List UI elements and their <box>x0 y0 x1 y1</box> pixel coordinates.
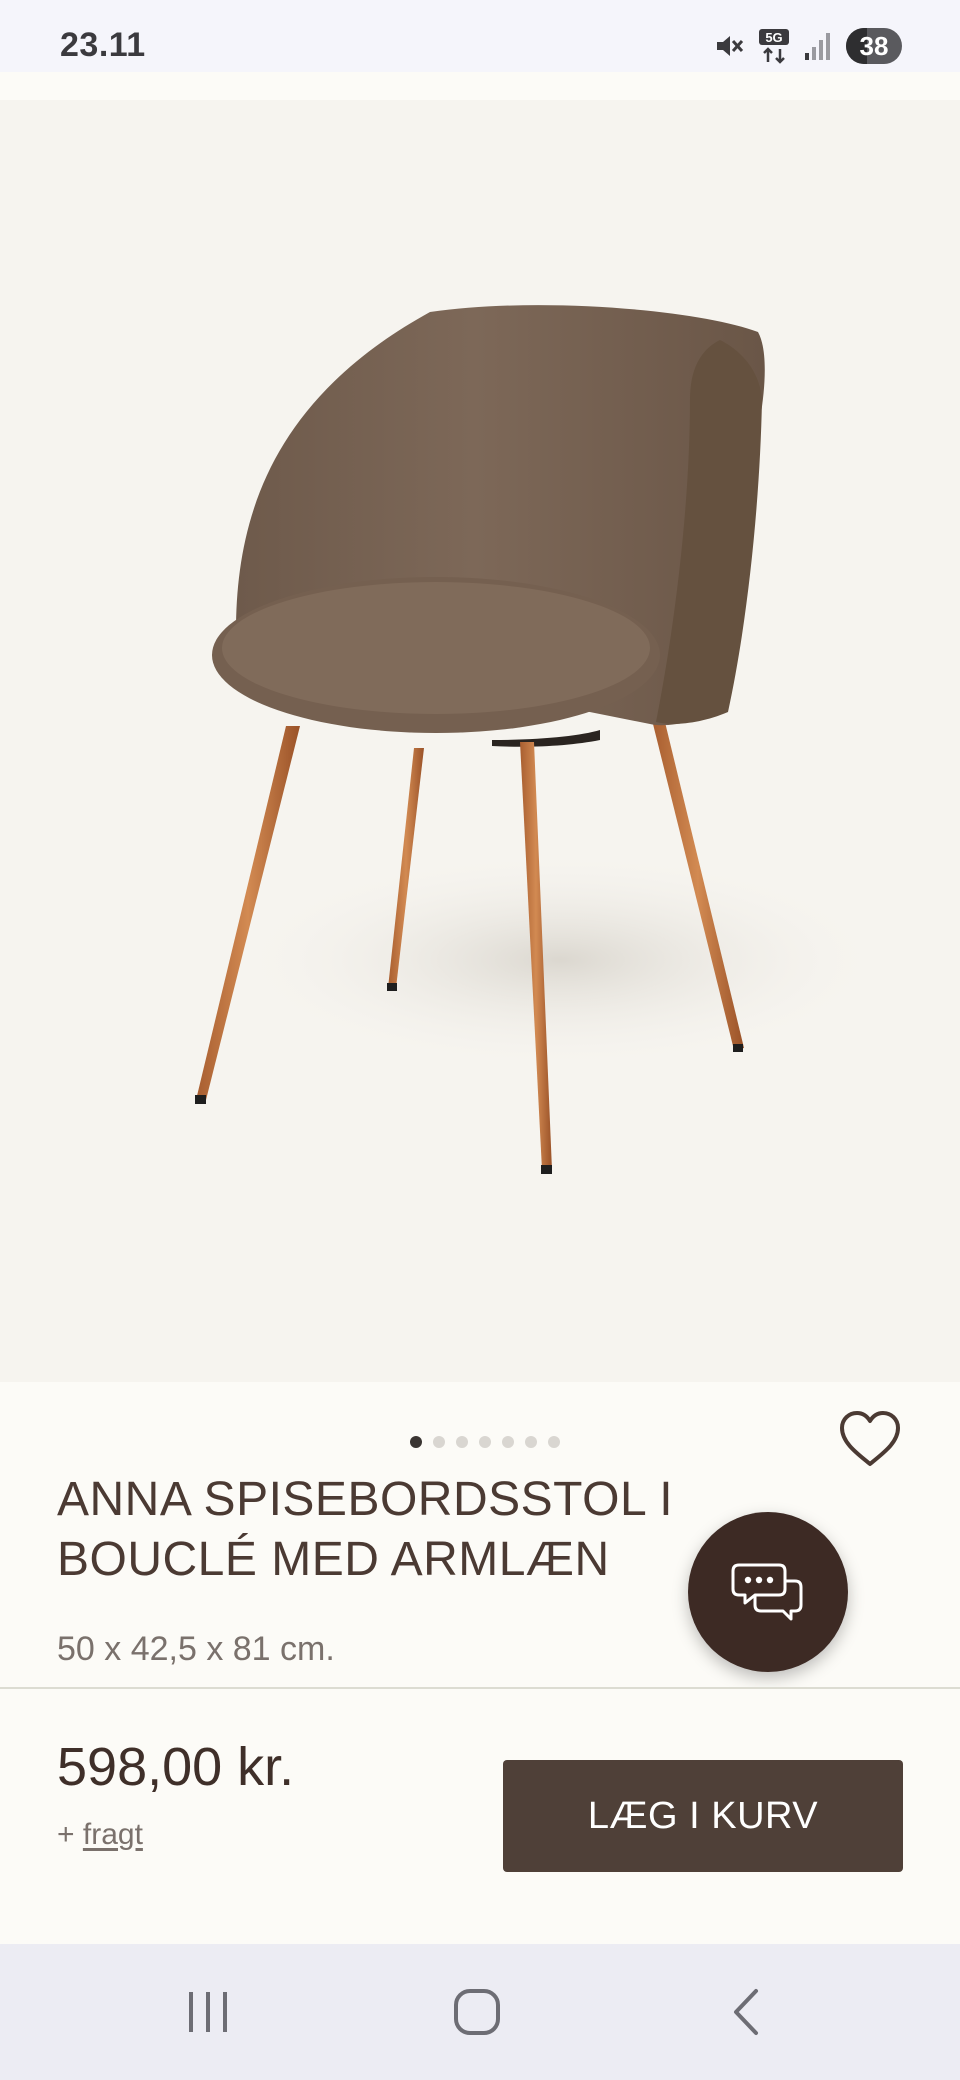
battery-icon: 38 <box>846 28 902 64</box>
status-icons: 5G 38 <box>714 26 902 66</box>
carousel-dot[interactable] <box>548 1436 560 1448</box>
mute-icon <box>717 36 744 56</box>
back-icon <box>734 1989 758 2035</box>
carousel-dot[interactable] <box>479 1436 491 1448</box>
carousel-dots[interactable] <box>410 1436 560 1448</box>
carousel-dot[interactable] <box>456 1436 468 1448</box>
recent-apps-button[interactable] <box>178 1984 238 2040</box>
signal-icon <box>805 33 830 60</box>
network-label: 5G <box>765 30 782 45</box>
home-icon <box>454 1989 500 2035</box>
shipping-link[interactable]: fragt <box>83 1818 143 1851</box>
heart-outline-icon <box>840 1411 900 1466</box>
product-price: 598,00 kr. <box>57 1737 295 1797</box>
carousel-dot[interactable] <box>502 1436 514 1448</box>
product-image[interactable] <box>0 100 960 1382</box>
shipping-prefix: + <box>57 1818 75 1851</box>
status-time: 23.11 <box>60 26 146 64</box>
header-strip <box>0 72 960 100</box>
carousel-dot[interactable] <box>525 1436 537 1448</box>
status-bar: 23.11 5G 38 <box>0 0 960 72</box>
back-button[interactable] <box>716 1984 776 2040</box>
home-button[interactable] <box>447 1984 507 2040</box>
shipping-info: + fragt <box>57 1818 143 1852</box>
favorite-button[interactable] <box>838 1410 902 1470</box>
carousel-dot[interactable] <box>433 1436 445 1448</box>
add-to-cart-button[interactable]: LÆG I KURV <box>503 1760 903 1872</box>
5g-data-icon: 5G <box>759 29 789 64</box>
product-dimensions: 50 x 42,5 x 81 cm. <box>57 1630 335 1668</box>
recent-apps-icon <box>189 1992 227 2032</box>
battery-level: 38 <box>859 31 889 61</box>
chat-bubbles-icon <box>731 1563 803 1621</box>
chat-button[interactable] <box>688 1512 848 1672</box>
chair-illustration <box>195 305 890 1174</box>
carousel-dot[interactable] <box>410 1436 422 1448</box>
system-nav-bar <box>0 1944 960 2080</box>
product-title: ANNA SPISEBORDSSTOL I BOUCLÉ MED ARMLÆN <box>57 1473 674 1586</box>
